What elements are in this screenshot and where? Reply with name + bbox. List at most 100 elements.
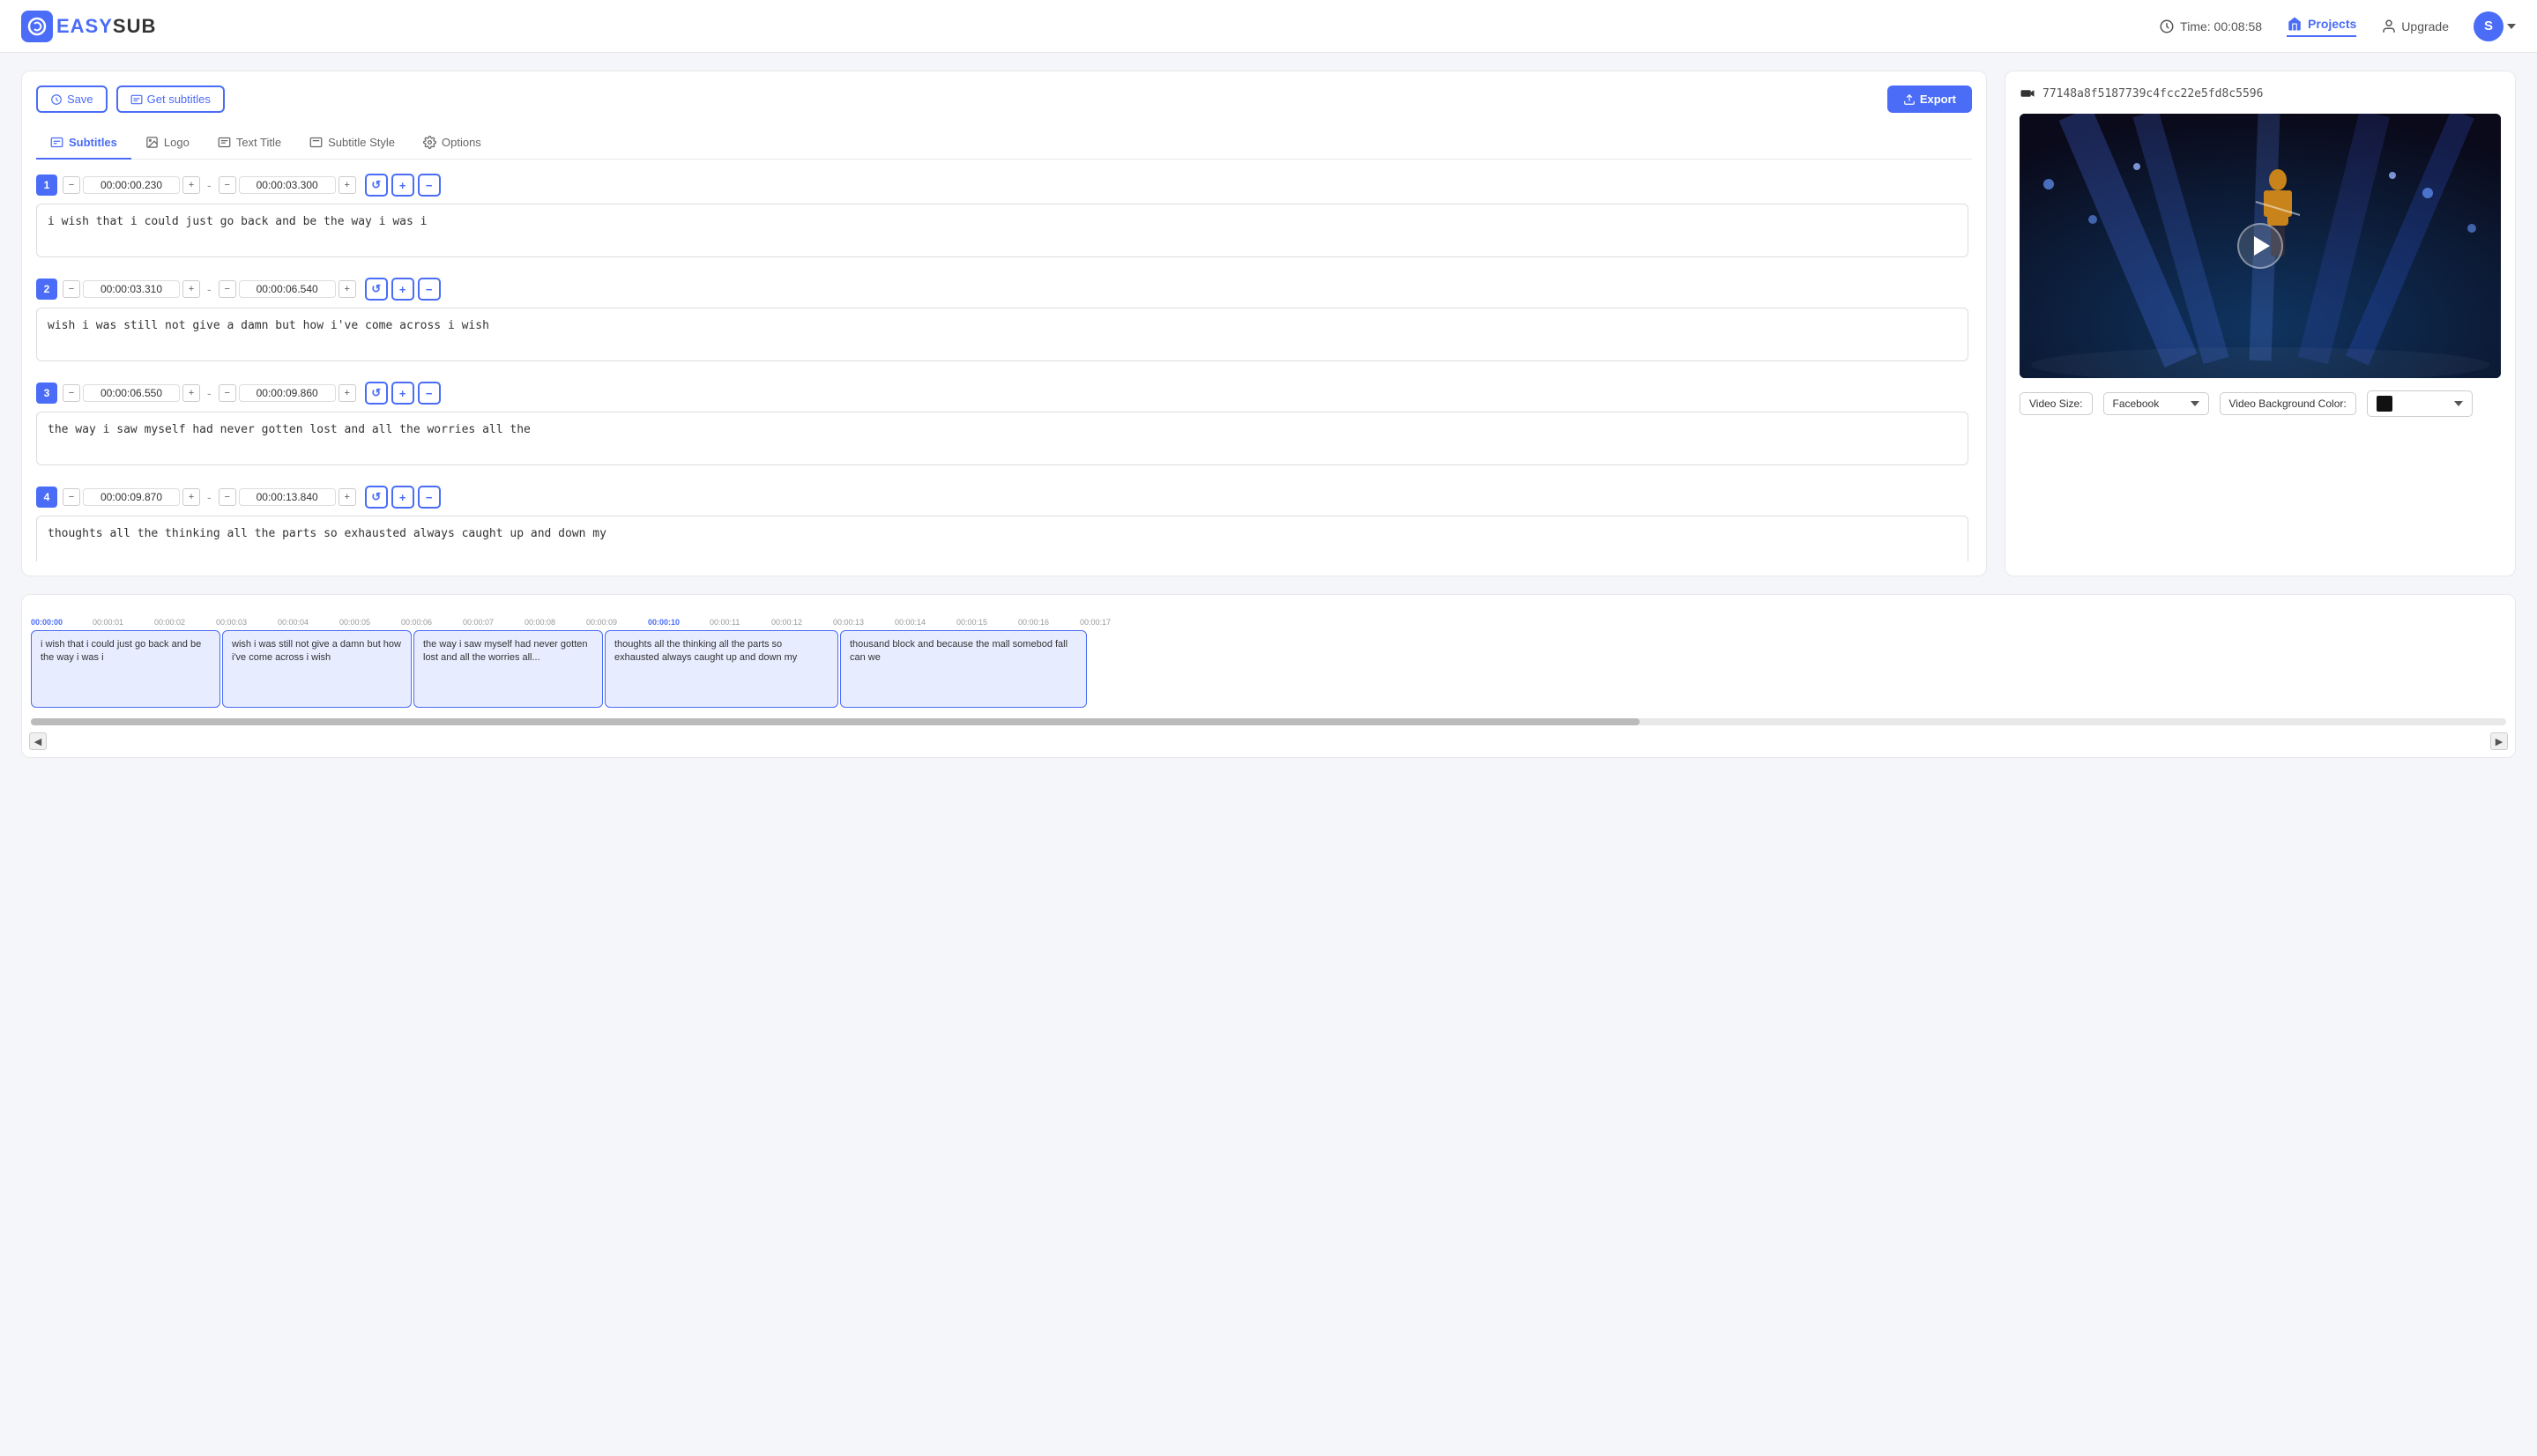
add-subtitle-btn[interactable]: + — [391, 174, 414, 197]
end-decrease-btn[interactable]: − — [219, 488, 236, 506]
time-label: Time: 00:08:58 — [2180, 19, 2262, 33]
video-size-label: Video Size: — [2020, 392, 2093, 415]
subtitle-textarea[interactable]: the way i saw myself had never gotten lo… — [36, 412, 1968, 465]
video-bg-color-label: Video Background Color: — [2220, 392, 2356, 415]
timing-actions: ↺ + − — [365, 174, 441, 197]
end-increase-btn[interactable]: + — [339, 176, 356, 194]
tab-logo[interactable]: Logo — [131, 127, 204, 160]
ruler-mark: 00:00:03 — [216, 618, 278, 627]
start-decrease-btn[interactable]: − — [63, 384, 80, 402]
start-time-input[interactable] — [83, 280, 180, 298]
subtitle-item: 2 − + - − + ↺ + − wish i was still not g… — [36, 278, 1968, 364]
logo-tab-icon — [145, 136, 159, 149]
add-subtitle-btn[interactable]: + — [391, 486, 414, 509]
logo-icon — [21, 11, 53, 42]
start-increase-btn[interactable]: + — [182, 384, 200, 402]
color-select-chevron-icon — [2454, 401, 2463, 406]
editor-tabs: Subtitles Logo Text Title Subtitle Style… — [36, 127, 1972, 160]
subtitle-textarea[interactable]: i wish that i could just go back and be … — [36, 204, 1968, 257]
add-subtitle-btn[interactable]: + — [391, 278, 414, 301]
end-time-input[interactable] — [239, 488, 336, 506]
start-decrease-btn[interactable]: − — [63, 280, 80, 298]
start-decrease-btn[interactable]: − — [63, 176, 80, 194]
get-subtitles-button[interactable]: Get subtitles — [116, 85, 225, 113]
end-time-input[interactable] — [239, 280, 336, 298]
end-decrease-btn[interactable]: − — [219, 384, 236, 402]
end-time-control: − + — [219, 488, 356, 506]
start-increase-btn[interactable]: + — [182, 488, 200, 506]
subtitle-number: 3 — [36, 383, 57, 404]
timeline-nav-right[interactable]: ▶ — [2490, 732, 2508, 750]
end-time-input[interactable] — [239, 384, 336, 402]
video-player[interactable] — [2020, 114, 2501, 378]
timeline-track[interactable]: wish i was still not give a damn but how… — [222, 630, 412, 708]
add-subtitle-btn[interactable]: + — [391, 382, 414, 405]
start-decrease-btn[interactable]: − — [63, 488, 80, 506]
end-increase-btn[interactable]: + — [339, 384, 356, 402]
refresh-timing-btn[interactable]: ↺ — [365, 382, 388, 405]
ruler-mark: 00:00:07 — [463, 618, 525, 627]
options-tab-icon — [423, 136, 436, 149]
subtitle-item: 3 − + - − + ↺ + − the way i saw myself h… — [36, 382, 1968, 468]
tab-subtitles[interactable]: Subtitles — [36, 127, 131, 160]
play-button[interactable] — [2237, 223, 2283, 269]
video-bg-color-select[interactable] — [2367, 390, 2473, 417]
time-dash: - — [207, 386, 212, 400]
tab-options[interactable]: Options — [409, 127, 495, 160]
timeline-scrollbar[interactable] — [31, 718, 2506, 725]
video-size-select[interactable]: Facebook — [2103, 392, 2209, 415]
end-time-input[interactable] — [239, 176, 336, 194]
timeline-nav-left[interactable]: ◀ — [29, 732, 47, 750]
remove-subtitle-btn[interactable]: − — [418, 486, 441, 509]
ruler-mark: 00:00:05 — [339, 618, 401, 627]
timeline-nav: ◀ ▶ — [22, 732, 2515, 757]
remove-subtitle-btn[interactable]: − — [418, 174, 441, 197]
app-header: EASYSUB Time: 00:08:58 Projects Upgrade … — [0, 0, 2537, 53]
timeline-track[interactable]: thousand block and because the mall some… — [840, 630, 1087, 708]
end-decrease-btn[interactable]: − — [219, 280, 236, 298]
tab-text-title[interactable]: Text Title — [204, 127, 295, 160]
timeline-track[interactable]: thoughts all the thinking all the parts … — [605, 630, 838, 708]
end-decrease-btn[interactable]: − — [219, 176, 236, 194]
end-increase-btn[interactable]: + — [339, 280, 356, 298]
refresh-timing-btn[interactable]: ↺ — [365, 486, 388, 509]
timeline-scrollbar-container — [22, 715, 2515, 732]
upgrade-button[interactable]: Upgrade — [2381, 19, 2449, 34]
start-time-control: − + — [63, 488, 200, 506]
projects-nav[interactable]: Projects — [2287, 16, 2356, 37]
logo-text: EASYSUB — [56, 15, 156, 38]
subtitle-item: 4 − + - − + ↺ + − thoughts all the think… — [36, 486, 1968, 561]
start-time-input[interactable] — [83, 384, 180, 402]
start-time-input[interactable] — [83, 488, 180, 506]
timeline-track-text: thousand block and because the mall some… — [850, 638, 1077, 665]
start-increase-btn[interactable]: + — [182, 280, 200, 298]
subtitle-textarea[interactable]: wish i was still not give a damn but how… — [36, 308, 1968, 361]
refresh-timing-btn[interactable]: ↺ — [365, 278, 388, 301]
logo[interactable]: EASYSUB — [21, 11, 156, 42]
save-button[interactable]: Save — [36, 85, 108, 113]
timing-actions: ↺ + − — [365, 278, 441, 301]
remove-subtitle-btn[interactable]: − — [418, 382, 441, 405]
size-select-chevron-icon — [2191, 401, 2199, 406]
avatar-chevron-icon — [2507, 24, 2516, 29]
timeline-track[interactable]: the way i saw myself had never gotten lo… — [413, 630, 603, 708]
remove-subtitle-btn[interactable]: − — [418, 278, 441, 301]
end-time-control: − + — [219, 280, 356, 298]
start-time-control: − + — [63, 384, 200, 402]
timeline-track[interactable]: i wish that i could just go back and be … — [31, 630, 220, 708]
end-increase-btn[interactable]: + — [339, 488, 356, 506]
refresh-timing-btn[interactable]: ↺ — [365, 174, 388, 197]
export-button[interactable]: Export — [1887, 85, 1972, 113]
tab-subtitle-style[interactable]: Subtitle Style — [295, 127, 409, 160]
ruler-mark: 00:00:09 — [586, 618, 648, 627]
tab-options-label: Options — [442, 136, 481, 149]
start-time-input[interactable] — [83, 176, 180, 194]
start-increase-btn[interactable]: + — [182, 176, 200, 194]
subtitle-textarea[interactable]: thoughts all the thinking all the parts … — [36, 516, 1968, 561]
subtitle-timing-row: 4 − + - − + ↺ + − — [36, 486, 1968, 509]
user-avatar[interactable]: S — [2474, 11, 2504, 41]
timeline-scrollbar-thumb[interactable] — [31, 718, 1640, 725]
timeline-track-text: the way i saw myself had never gotten lo… — [423, 638, 593, 665]
timeline-track-text: wish i was still not give a damn but how… — [232, 638, 402, 665]
timeline-panel: 00:00:0000:00:0100:00:0200:00:0300:00:04… — [21, 594, 2516, 758]
